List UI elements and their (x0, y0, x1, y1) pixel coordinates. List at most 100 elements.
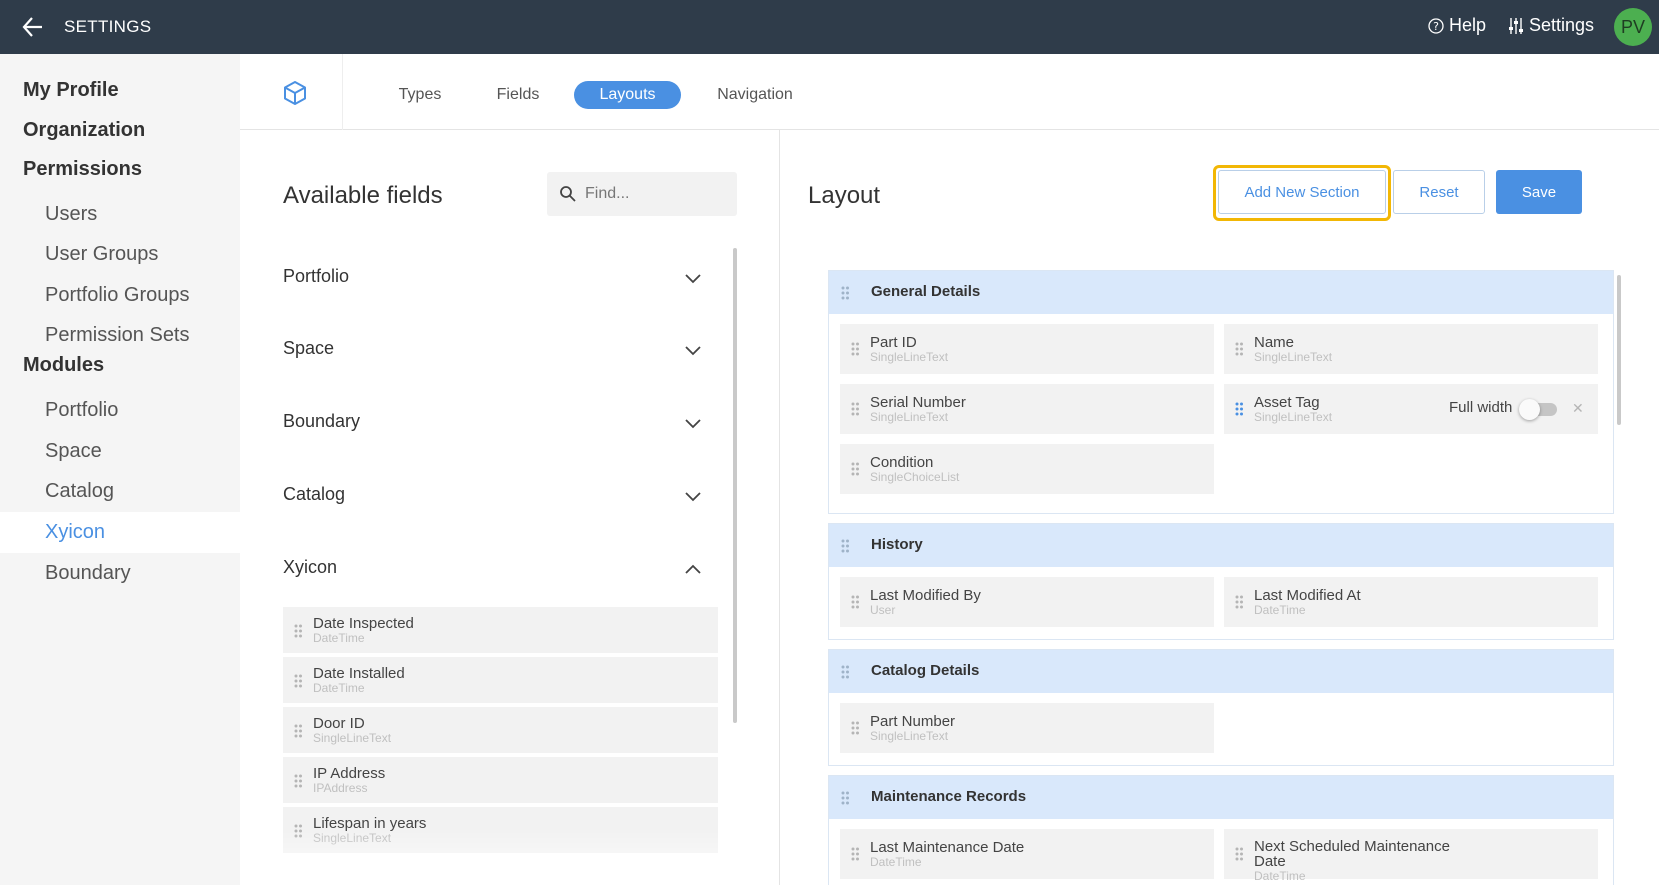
tab-layouts[interactable]: Layouts (574, 81, 681, 109)
chevron-down-icon (685, 274, 701, 283)
chevron-down-icon (685, 419, 701, 428)
group-boundary[interactable]: Boundary (283, 403, 703, 443)
help-circle-icon: ? (1428, 17, 1444, 34)
layout-title: Layout (808, 182, 881, 209)
field-name: IP Address (313, 765, 386, 782)
group-xyicon[interactable]: Xyicon (283, 549, 703, 589)
group-label: Catalog (283, 484, 346, 504)
layout-scrollbar[interactable] (1617, 275, 1621, 425)
layout-field-last-maintenance-date[interactable]: Last Maintenance Date DateTime (840, 829, 1214, 879)
group-space[interactable]: Space (283, 330, 703, 370)
sidebar-item-permissions[interactable]: Permissions (23, 158, 142, 181)
help-label: Help (1449, 15, 1487, 35)
field-type: SingleLineText (1254, 410, 1333, 424)
layout-field-next-scheduled-maintenance-date[interactable]: Next Scheduled Maintenance Date DateTime (1224, 829, 1598, 883)
drag-handle-icon[interactable] (841, 665, 849, 679)
sidebar-item-portfolio[interactable]: Portfolio (0, 390, 240, 431)
field-name: Serial Number (870, 394, 966, 411)
sidebar-item-user-groups[interactable]: User Groups (0, 234, 240, 275)
help-link[interactable]: ? Help (1428, 15, 1486, 36)
field-type: IPAddress (313, 781, 368, 795)
drag-handle-icon[interactable] (294, 624, 302, 638)
settings-link[interactable]: Settings (1508, 15, 1594, 36)
drag-handle-icon[interactable] (294, 774, 302, 788)
list-item[interactable]: IP Address IPAddress (283, 757, 718, 805)
layout-field-condition[interactable]: Condition SingleChoiceList (840, 444, 1214, 494)
section-header: Maintenance Records (829, 776, 1613, 819)
drag-handle-icon[interactable] (851, 402, 859, 416)
tab-types[interactable]: Types (382, 81, 458, 109)
field-type: DateTime (1254, 603, 1306, 617)
section-title: Catalog Details (871, 662, 980, 679)
drag-handle-icon[interactable] (1235, 847, 1243, 861)
group-catalog[interactable]: Catalog (283, 476, 703, 516)
drag-handle-icon[interactable] (294, 824, 302, 838)
drag-handle-icon[interactable] (841, 286, 849, 300)
sidebar-item-portfolio-groups[interactable]: Portfolio Groups (0, 275, 240, 316)
available-fields-panel: Available fields Portfolio Space Boundar… (240, 130, 780, 885)
field-name: Lifespan in years (313, 815, 427, 832)
sidebar-item-boundary[interactable]: Boundary (0, 553, 240, 594)
layout-section-general-details: General Details Part ID SingleLineText N… (828, 270, 1614, 514)
close-icon[interactable]: ✕ (1572, 400, 1584, 417)
fields-scrollbar[interactable] (733, 248, 737, 723)
field-name: Next Scheduled Maintenance Date (1254, 838, 1450, 870)
full-width-toggle[interactable] (1519, 398, 1559, 420)
layout-field-asset-tag[interactable]: Asset Tag SingleLineText Full width ✕ (1224, 384, 1598, 434)
drag-handle-icon[interactable] (294, 674, 302, 688)
layout-field-last-modified-at[interactable]: Last Modified At DateTime (1224, 577, 1598, 627)
layout-field-serial-number[interactable]: Serial Number SingleLineText (840, 384, 1214, 434)
drag-handle-icon[interactable] (1235, 402, 1243, 416)
list-item[interactable]: Lifespan in years SingleLineText (283, 807, 718, 855)
drag-handle-icon[interactable] (851, 595, 859, 609)
settings-label: Settings (1529, 15, 1595, 35)
drag-handle-icon[interactable] (294, 724, 302, 738)
field-type: SingleLineText (870, 350, 949, 364)
sidebar-item-catalog[interactable]: Catalog (0, 471, 240, 512)
field-name: Condition (870, 454, 934, 471)
sidebar-item-space[interactable]: Space (0, 431, 240, 472)
field-type: SingleLineText (313, 831, 392, 845)
section-header: Catalog Details (829, 650, 1613, 693)
section-title: Maintenance Records (871, 788, 1027, 805)
sidebar-item-permission-sets[interactable]: Permission Sets (0, 315, 240, 356)
layout-field-name[interactable]: Name SingleLineText (1224, 324, 1598, 374)
group-label: Portfolio (283, 266, 350, 286)
reset-button[interactable]: Reset (1393, 170, 1485, 214)
drag-handle-icon[interactable] (1235, 342, 1243, 356)
add-new-section-button[interactable]: Add New Section (1218, 170, 1386, 214)
list-item[interactable]: Date Installed DateTime (283, 657, 718, 705)
layout-field-last-modified-by[interactable]: Last Modified By User (840, 577, 1214, 627)
drag-handle-icon[interactable] (841, 539, 849, 553)
drag-handle-icon[interactable] (851, 847, 859, 861)
drag-handle-icon[interactable] (1235, 595, 1243, 609)
tab-navigation[interactable]: Navigation (702, 81, 808, 109)
group-portfolio[interactable]: Portfolio (283, 258, 703, 298)
group-label: Space (283, 338, 335, 358)
layout-field-part-id[interactable]: Part ID SingleLineText (840, 324, 1214, 374)
layout-panel: Layout Add New Section Reset Save Genera… (781, 130, 1659, 885)
search-input[interactable] (585, 172, 733, 216)
available-fields-title: Available fields (283, 182, 443, 209)
tab-fields[interactable]: Fields (482, 81, 554, 109)
avatar[interactable]: PV (1614, 8, 1652, 46)
drag-handle-icon[interactable] (841, 791, 849, 805)
drag-handle-icon[interactable] (851, 462, 859, 476)
sidebar-item-users[interactable]: Users (0, 194, 240, 235)
sidebar-item-my-profile[interactable]: My Profile (23, 79, 119, 102)
save-button[interactable]: Save (1496, 170, 1582, 214)
back-arrow-icon[interactable] (20, 14, 46, 40)
list-item[interactable]: Date Inspected DateTime (283, 607, 718, 655)
field-name: Date Inspected (313, 615, 414, 632)
list-item[interactable]: Door ID SingleLineText (283, 707, 718, 755)
field-type: DateTime (870, 855, 922, 869)
sidebar-item-xyicon[interactable]: Xyicon (0, 512, 240, 553)
find-field[interactable] (547, 172, 737, 216)
layout-field-part-number[interactable]: Part Number SingleLineText (840, 703, 1214, 753)
drag-handle-icon[interactable] (851, 721, 859, 735)
sidebar-item-modules[interactable]: Modules (23, 354, 104, 377)
drag-handle-icon[interactable] (851, 342, 859, 356)
field-name: Door ID (313, 715, 365, 732)
field-type: SingleChoiceList (870, 470, 960, 484)
sidebar-item-organization[interactable]: Organization (23, 119, 145, 142)
